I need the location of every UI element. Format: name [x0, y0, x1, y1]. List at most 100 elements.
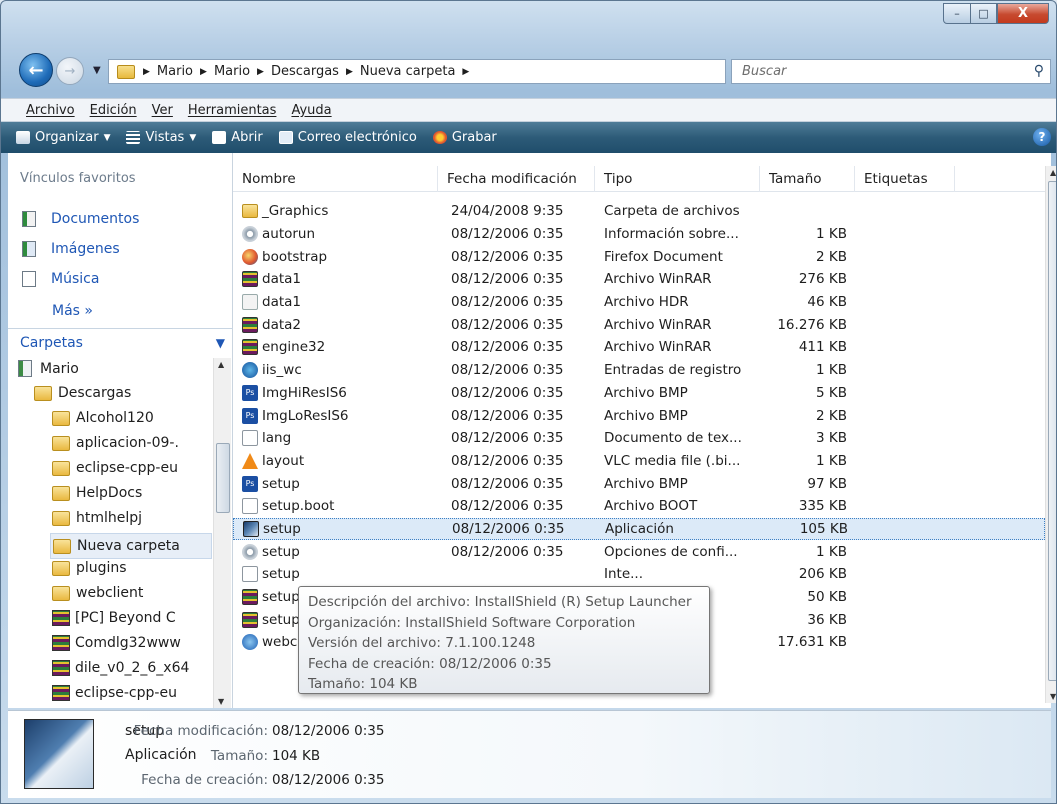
tree-item[interactable]: webclient: [52, 585, 143, 601]
views-button[interactable]: Vistas ▼: [126, 130, 196, 145]
column-tamano[interactable]: Tamaño: [760, 166, 855, 192]
tree-item[interactable]: htmlhelpj: [52, 510, 142, 526]
file-row[interactable]: autorun 08/12/2006 0:35 Información sobre.…: [233, 223, 1045, 246]
breadcrumb-separator-icon[interactable]: ▶: [346, 67, 353, 77]
menu-archivo[interactable]: Archivo: [26, 103, 75, 118]
file-row[interactable]: data2 08/12/2006 0:35 Archivo WinRAR 16.276…: [233, 313, 1045, 336]
file-row[interactable]: engine32 08/12/2006 0:35 Archivo WinRAR 411…: [233, 336, 1045, 359]
more-favorites-link[interactable]: Más »: [52, 303, 93, 319]
scroll-down-icon[interactable]: ▼: [218, 697, 224, 706]
recent-pages-dropdown[interactable]: ▼: [93, 65, 101, 76]
breadcrumb-separator-icon[interactable]: ▶: [462, 67, 469, 77]
email-button[interactable]: Correo electrónico: [278, 130, 417, 145]
open-button[interactable]: Abrir: [212, 130, 263, 145]
file-row[interactable]: lang 08/12/2006 0:35 Documento de tex... 3 …: [233, 427, 1045, 450]
file-row[interactable]: bootstrap 08/12/2006 0:35 Firefox Document…: [233, 245, 1045, 268]
scrollbar-thumb[interactable]: [216, 443, 230, 513]
file-date: 08/12/2006 0:35: [451, 226, 564, 243]
breadcrumb-descargas[interactable]: Descargas: [271, 64, 339, 79]
tree-item[interactable]: [PC] Beyond C: [52, 610, 176, 626]
file-row[interactable]: Ps ImgLoResIS6 08/12/2006 0:35 Archivo BMP 2…: [233, 404, 1045, 427]
file-row[interactable]: _Graphics 24/04/2008 9:35 Carpeta de archi…: [233, 200, 1045, 223]
scroll-up-icon[interactable]: ▲: [1050, 168, 1056, 177]
folder-icon: [34, 385, 52, 401]
breadcrumb-mario[interactable]: Mario: [214, 64, 250, 79]
address-bar[interactable]: ▶ Mario ▶ Mario ▶ Descargas ▶ Nueva carp…: [108, 59, 820, 84]
file-size: 335 KB: [798, 498, 847, 515]
tree-item-nueva-carpeta[interactable]: Nueva carpeta: [50, 533, 212, 559]
back-button[interactable]: ←: [19, 53, 53, 87]
navigation-bar: ← → ▼ ▶ Mario ▶ Mario ▶ Descargas ▶ Nuev…: [1, 49, 1056, 89]
tree-item[interactable]: plugins: [52, 560, 127, 576]
title-bar[interactable]: – □ X: [1, 1, 1056, 41]
folder-icon: [52, 485, 70, 501]
file-row[interactable]: data1 08/12/2006 0:35 Archivo HDR 46 KB: [233, 291, 1045, 314]
column-fecha-modificacion[interactable]: Fecha modificación: [438, 166, 595, 192]
file-row[interactable]: setup 08/12/2006 0:35 Aplicación 105 KB: [233, 517, 1045, 541]
file-date: 08/12/2006 0:35: [451, 271, 564, 288]
tree-item[interactable]: eclipse-cpp-eu: [52, 460, 178, 476]
file-row[interactable]: setup Inte... 206 KB: [233, 563, 1045, 586]
favorite-imagenes[interactable]: Imágenes: [22, 241, 120, 257]
tree-item-mario[interactable]: Mario: [18, 360, 79, 377]
tree-label: eclipse-cpp-eu: [76, 460, 178, 476]
file-row[interactable]: setup 08/12/2006 0:35 Opciones de confi...…: [233, 540, 1045, 563]
file-row[interactable]: Ps ImgHiResIS6 08/12/2006 0:35 Archivo BMP 5…: [233, 382, 1045, 405]
tree-item[interactable]: Alcohol120: [52, 410, 154, 426]
tree-item[interactable]: aplicacion-09-.: [52, 435, 179, 451]
organize-button[interactable]: Organizar ▼: [16, 130, 110, 145]
search-placeholder: Buscar: [742, 64, 787, 79]
bmp-icon: Ps: [242, 384, 258, 401]
favorite-documentos[interactable]: Documentos: [22, 211, 139, 227]
folders-header[interactable]: Carpetas ▼: [8, 328, 233, 356]
file-type: Inte...: [604, 566, 644, 583]
file-row[interactable]: layout 08/12/2006 0:35 VLC media file (.bi…: [233, 450, 1045, 473]
scroll-up-icon[interactable]: ▲: [218, 360, 224, 369]
search-icon[interactable]: ⚲: [1034, 63, 1044, 79]
tree-item[interactable]: Comdlg32www: [52, 635, 181, 651]
close-button[interactable]: X: [997, 3, 1049, 24]
column-nombre[interactable]: Nombre: [233, 166, 438, 192]
back-arrow-icon: ←: [28, 59, 44, 81]
file-list-scrollbar[interactable]: ▲ ▼: [1045, 166, 1056, 703]
tree-item-descargas[interactable]: Descargas: [34, 385, 131, 401]
breadcrumb-mario-user[interactable]: Mario: [157, 64, 193, 79]
breadcrumb-separator-icon[interactable]: ▶: [200, 67, 207, 77]
tree-item[interactable]: dile_v0_2_6_x64: [52, 660, 189, 676]
tooltip-line: Descripción del archivo: InstallShield (…: [308, 594, 692, 610]
menu-ver[interactable]: Ver: [152, 103, 173, 118]
breadcrumb-separator-icon[interactable]: ▶: [257, 67, 264, 77]
file-size: 36 KB: [807, 611, 847, 628]
maximize-button[interactable]: □: [970, 3, 997, 24]
scrollbar-thumb[interactable]: [1048, 181, 1056, 681]
menu-ayuda[interactable]: Ayuda: [291, 103, 331, 118]
burn-button[interactable]: Grabar: [432, 130, 497, 145]
file-row[interactable]: data1 08/12/2006 0:35 Archivo WinRAR 276 KB: [233, 268, 1045, 291]
menu-herramientas[interactable]: Herramientas: [188, 103, 277, 118]
help-icon[interactable]: ?: [1033, 128, 1051, 146]
tree-item[interactable]: HelpDocs: [52, 485, 142, 501]
column-tipo[interactable]: Tipo: [595, 166, 760, 192]
favorite-label: Música: [51, 271, 100, 287]
vlc-cone-icon: [242, 452, 258, 469]
folder-icon: [52, 560, 70, 576]
file-size: 1 KB: [816, 362, 847, 379]
menu-edicion[interactable]: Edición: [90, 103, 137, 118]
file-name-cell: setup.boot: [233, 498, 438, 515]
breadcrumb-nueva-carpeta[interactable]: Nueva carpeta: [360, 64, 456, 79]
scroll-down-icon[interactable]: ▼: [1050, 692, 1056, 701]
search-input[interactable]: Buscar ⚲: [731, 59, 1051, 84]
file-row[interactable]: iis_wc 08/12/2006 0:35 Entradas de registr…: [233, 359, 1045, 382]
file-row[interactable]: Ps setup 08/12/2006 0:35 Archivo BMP 97 KB: [233, 472, 1045, 495]
file-name: iis_wc: [262, 362, 302, 379]
winrar-icon: [52, 610, 70, 626]
column-etiquetas[interactable]: Etiquetas: [855, 166, 955, 192]
forward-button[interactable]: →: [56, 57, 84, 85]
favorite-musica[interactable]: Música: [22, 271, 99, 287]
tree-item[interactable]: eclipse-cpp-eu: [52, 685, 177, 701]
folder-tree-scrollbar[interactable]: ▲ ▼: [213, 358, 231, 708]
file-row[interactable]: setup.boot 08/12/2006 0:35 Archivo BOOT 335…: [233, 495, 1045, 518]
breadcrumb-separator-icon[interactable]: ▶: [143, 67, 150, 77]
minimize-button[interactable]: –: [943, 3, 971, 24]
chevron-down-icon[interactable]: ▼: [216, 336, 225, 350]
